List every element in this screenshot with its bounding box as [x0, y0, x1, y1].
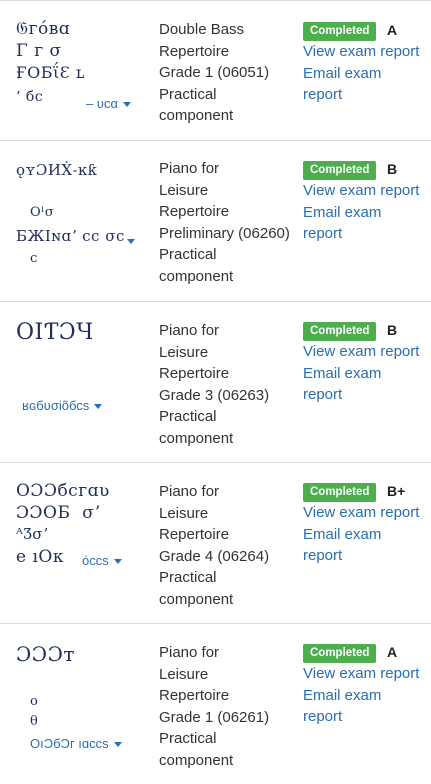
- view-exam-report-link[interactable]: View exam report: [303, 182, 419, 199]
- exam-description: Piano for Leisure Repertoire Grade 3 (06…: [159, 320, 294, 449]
- exam-result-row: ΟƆƆбсгɑʋ ƆƆΟБ σʼ ᴬӠσʼ е ıΟᴋ óссѕ Piano f…: [0, 463, 431, 624]
- redacted-candidate-detail: ο: [30, 694, 39, 709]
- email-exam-report-link[interactable]: Email exam report: [303, 687, 381, 726]
- redacted-candidate-detail: ƆƆΟБ σʼ: [16, 503, 101, 523]
- exam-result-row: ƆƆƆᴛ ο θ ΟıƆбƆг ıɑссѕ Piano for Leisure …: [0, 624, 431, 784]
- redacted-candidate-detail: е ıΟᴋ: [16, 547, 64, 567]
- details-toggle[interactable]: ʁɢбʋσіõбсѕ: [22, 398, 103, 413]
- redacted-candidate-name: ΟΙƬƆЧ: [16, 320, 94, 345]
- exam-description: Double Bass Repertoire Grade 1 (06051) P…: [159, 19, 294, 127]
- exam-description-line: Practical: [159, 730, 217, 747]
- exam-description-line: component: [159, 590, 234, 608]
- exam-description-line: component: [159, 107, 234, 124]
- report-links: View exam report Email exam report: [303, 663, 421, 728]
- candidate-info: ΟΙƬƆЧ ʁɢбʋσіõбсѕ: [14, 302, 146, 462]
- exam-description-line: Practical: [159, 569, 217, 586]
- exam-description: Piano for Leisure Repertoire Preliminary…: [159, 158, 294, 287]
- exam-description: Piano for Leisure Repertoire Grade 4 (06…: [159, 481, 294, 610]
- exam-description-line: Leisure: [159, 665, 209, 683]
- candidate-info: ǫʏƆИẊ˗ĸƙ Οˡσ БЖΙɴɑʼ сс σс ᴄ: [14, 141, 146, 301]
- details-toggle[interactable]: – ʋсα: [86, 96, 131, 111]
- chevron-down-icon: [122, 102, 131, 108]
- candidate-info: ΟƆƆбсгɑʋ ƆƆΟБ σʼ ᴬӠσʼ е ıΟᴋ óссѕ: [14, 463, 146, 623]
- exam-description-line: Piano for: [159, 483, 220, 500]
- redacted-candidate-name: ΟƆƆбсгɑʋ: [16, 481, 110, 501]
- redacted-candidate-detail: ᴬӠσʼ: [16, 525, 49, 543]
- redacted-candidate-detail: ʻ бс: [16, 89, 44, 105]
- exam-result-row: ǫʏƆИẊ˗ĸƙ Οˡσ БЖΙɴɑʼ сс σс ᴄ Piano for Le…: [0, 141, 431, 302]
- status-badge: Completed: [303, 644, 377, 663]
- exam-description-line: component: [159, 751, 234, 769]
- exam-description-line: Repertoire: [159, 526, 230, 543]
- chevron-down-icon: [113, 742, 122, 748]
- exam-description-line: Grade 1 (06051): [159, 64, 270, 81]
- redacted-candidate-detail: θ: [30, 714, 39, 729]
- exam-description-line: Leisure: [159, 343, 209, 361]
- status-badge: Completed: [303, 483, 377, 502]
- email-exam-report-link[interactable]: Email exam report: [303, 365, 381, 404]
- grade-label: B: [387, 161, 398, 177]
- status-badge: Completed: [303, 161, 377, 180]
- exam-description: Piano for Leisure Repertoire Grade 1 (06…: [159, 642, 294, 771]
- exam-description-line: Piano for: [159, 160, 220, 177]
- exam-results-list: 𝔊гóвɑ Γ г σ ҒΟБΐƐ ʟ ʻ бс – ʋсα Double Ba…: [0, 0, 431, 784]
- email-exam-report-link[interactable]: Email exam report: [303, 526, 381, 565]
- exam-description-line: Repertoire: [159, 203, 230, 220]
- report-links: View exam report Email exam report: [303, 41, 421, 106]
- exam-description-line: component: [159, 267, 234, 285]
- exam-description-line: Preliminary (06260): [159, 224, 290, 242]
- chevron-down-icon: [127, 239, 135, 245]
- exam-description-line: Piano for: [159, 644, 220, 661]
- redacted-candidate-name: ƆƆƆᴛ: [16, 642, 75, 666]
- chevron-down-icon: [94, 404, 103, 410]
- exam-description-line: Practical: [159, 85, 217, 103]
- exam-description-line: Grade 1 (06261): [159, 708, 270, 726]
- view-exam-report-link[interactable]: View exam report: [303, 43, 419, 60]
- exam-description-line: Repertoire: [159, 365, 230, 382]
- exam-description-line: Practical: [159, 246, 217, 263]
- redacted-candidate-detail: ᴄ: [30, 251, 38, 266]
- details-toggle[interactable]: [122, 233, 135, 248]
- redacted-candidate-name: ǫʏƆИẊ˗ĸƙ: [16, 161, 98, 179]
- details-toggle[interactable]: óссѕ: [82, 553, 122, 568]
- chevron-down-icon: [113, 559, 122, 565]
- candidate-info: 𝔊гóвɑ Γ г σ ҒΟБΐƐ ʟ ʻ бс – ʋсα: [14, 1, 146, 140]
- grade-label: B+: [387, 483, 406, 499]
- view-exam-report-link[interactable]: View exam report: [303, 504, 419, 521]
- view-exam-report-link[interactable]: View exam report: [303, 665, 419, 682]
- redacted-candidate-detail: Οˡσ: [30, 205, 55, 220]
- exam-description-line: Grade 4 (06264): [159, 547, 270, 565]
- grade-label: A: [387, 644, 398, 660]
- redacted-candidate-detail: ҒΟБΐƐ ʟ: [16, 63, 85, 82]
- view-exam-report-link[interactable]: View exam report: [303, 343, 419, 360]
- grade-label: A: [387, 22, 398, 38]
- report-links: View exam report Email exam report: [303, 502, 421, 567]
- candidate-info: ƆƆƆᴛ ο θ ΟıƆбƆг ıɑссѕ: [14, 624, 146, 784]
- exam-description-line: Leisure: [159, 181, 209, 199]
- exam-description-line: component: [159, 429, 234, 447]
- exam-description-line: Practical: [159, 408, 217, 425]
- report-links: View exam report Email exam report: [303, 180, 421, 245]
- status-badge: Completed: [303, 322, 377, 341]
- exam-description-line: Repertoire: [159, 687, 230, 704]
- email-exam-report-link[interactable]: Email exam report: [303, 65, 381, 104]
- grade-label: B: [387, 322, 398, 338]
- details-toggle[interactable]: ΟıƆбƆг ıɑссѕ: [30, 736, 122, 751]
- exam-result-row: ΟΙƬƆЧ ʁɢбʋσіõбсѕ Piano for Leisure Reper…: [0, 302, 431, 463]
- exam-description-line: Leisure: [159, 504, 209, 522]
- redacted-candidate-detail: БЖΙɴɑʼ сс σс: [16, 227, 125, 245]
- exam-result-row: 𝔊гóвɑ Γ г σ ҒΟБΐƐ ʟ ʻ бс – ʋсα Double Ba…: [0, 0, 431, 141]
- exam-description-line: Grade 3 (06263): [159, 386, 270, 404]
- exam-description-line: Repertoire: [159, 42, 230, 60]
- report-links: View exam report Email exam report: [303, 341, 421, 406]
- status-badge: Completed: [303, 22, 377, 41]
- exam-description-line: Double Bass: [159, 21, 245, 38]
- redacted-candidate-detail: Γ г σ: [16, 41, 62, 61]
- redacted-candidate-name: 𝔊гóвɑ: [16, 19, 71, 39]
- email-exam-report-link[interactable]: Email exam report: [303, 204, 381, 243]
- exam-description-line: Piano for: [159, 322, 220, 339]
